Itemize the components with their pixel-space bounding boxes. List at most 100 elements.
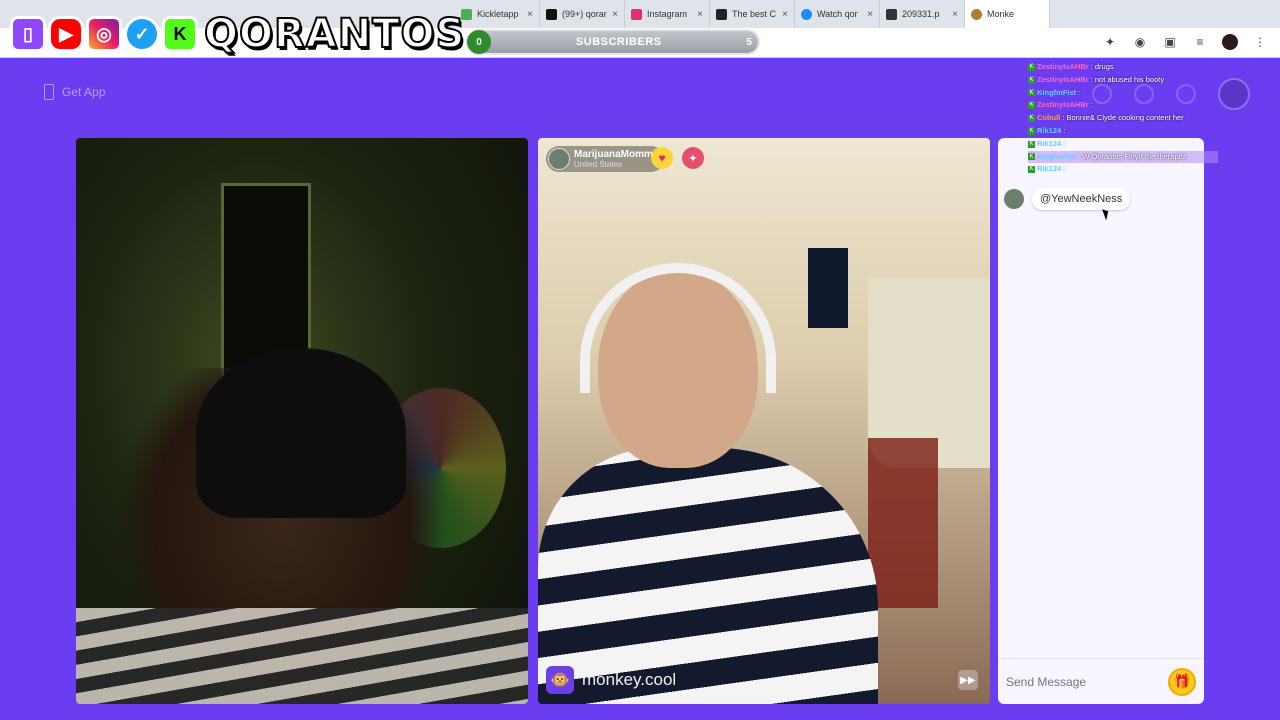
monkey-favicon-icon [971,8,982,20]
tab-title: Instagram [647,9,688,19]
user-avatar[interactable] [1218,78,1250,110]
chat-text: : [1063,164,1066,174]
chat-text: : [1090,100,1093,110]
twitch-icon: ▯ [10,16,46,52]
get-app-label: Get App [62,85,106,99]
youtube-icon: ▶ [48,16,84,52]
stream-chat-line: K Rik124: [1028,138,1218,151]
media-icon[interactable]: ◉ [1132,34,1148,50]
stream-chat-line: K KingfmFist: [1028,87,1218,100]
close-icon[interactable]: × [867,9,873,20]
puzzle-icon[interactable]: ▣ [1162,34,1178,50]
twitter-icon: ✓ [124,16,160,52]
beanie-hat [196,348,406,518]
instagram-icon: ◎ [86,16,122,52]
browser-tab[interactable]: (99+) qorantos × [540,0,625,28]
subscriber-goal-target: 5 [746,36,752,48]
chat-text: : [1078,87,1081,97]
instagram-favicon-icon [631,8,642,20]
phone-icon [44,84,54,100]
chat-username: KingfmFist [1037,151,1077,161]
document-favicon-icon [886,8,897,20]
heart-eyes-icon[interactable]: ♥ [651,147,673,169]
red-chair [868,438,938,608]
chat-text: : W Qorantos Floyd the therapist [1078,151,1187,161]
chat-username: ZestinyIsAHBr [1037,74,1089,84]
get-app-link[interactable]: Get App [44,84,105,100]
chat-username: Cobull [1037,113,1061,123]
stream-chat-line: K KingfmFist: W Qorantos Floyd the therap… [1028,150,1218,164]
kick-icon: K [1028,89,1035,97]
stream-chat-overlay: K ZestinyIsAHBr: drugs K ZestinyIsAHBr: no… [1028,61,1218,251]
tab-title: The best C [732,9,777,19]
chat-text: : not abused his booty [1090,74,1165,84]
close-icon[interactable]: × [782,9,788,20]
browser-tab[interactable]: Instagram × [625,0,710,28]
monkey-icon: 🐵 [546,666,574,694]
local-video [76,138,528,704]
subscriber-goal-bar: 0 SUBSCRIBERS 5 [466,29,760,55]
chat-text: : Bonnie& Clyde cooking content her [1062,113,1184,123]
send-message-input[interactable] [1006,674,1168,689]
tab-title: (99+) qorantos [562,9,607,19]
chat-text: : [1063,138,1066,148]
chat-username: ZestinyIsAHBr [1037,100,1089,110]
browser-tab[interactable]: The best C × [710,0,795,28]
gift-icon[interactable]: 🎁 [1168,667,1196,696]
kick-icon: K [1028,140,1035,148]
kick-icon: K [1028,115,1035,123]
pin-badge-icon[interactable]: ✦ [682,147,704,169]
send-message-row: 🎁 [998,658,1204,704]
stream-chat-line: K Rik124: [1028,125,1218,138]
watermark-text: monkey.cool [582,670,677,689]
remote-user-avatar [548,148,570,170]
kick-icon: K [1028,127,1035,135]
playlist-icon[interactable]: ≡ [1192,34,1208,50]
close-icon[interactable]: × [612,9,618,20]
stream-chat-line: K ZestinyIsAHBr: not abused his booty [1028,74,1218,87]
watch-favicon-icon [801,8,812,20]
close-icon[interactable]: × [952,9,958,20]
close-icon[interactable]: × [697,9,703,20]
remote-user-name: MarijuanaMommi [574,148,656,160]
chat-username: Rik124 [1037,138,1062,148]
profile-avatar[interactable] [1222,34,1238,50]
headphones [580,263,776,393]
tab-title: Kickletapp [477,9,519,19]
browser-toolbar: ✦ ◉ ▣ ≡ ⋮ [1102,34,1268,50]
chat-text: : drugs [1090,62,1114,71]
stream-chat-line: K ZestinyIsAHBr: [1028,99,1218,112]
kick-icon: K [1028,102,1035,110]
remote-video: MarijuanaMommi United States ♥ ✦ 🐵 monke… [538,138,990,704]
remote-user-tag[interactable]: MarijuanaMommi United States [546,146,664,172]
github-favicon-icon [716,8,727,20]
subscriber-current-count: 0 [467,30,491,54]
browser-tab[interactable]: Watch qor × [795,0,880,28]
extensions-icon[interactable]: ✦ [1102,34,1118,50]
social-overlay: ▯ ▶ ◎ ✓ K QORANTOS [10,6,465,62]
browser-tab[interactable]: Kickletapp × [455,0,540,28]
streamer-brand-name: QORANTOS [203,10,466,58]
striped-shirt [76,608,528,704]
kick-icon: K [1028,76,1035,84]
browser-tab-active[interactable]: Monke [965,0,1050,28]
tab-title: Monke [987,9,1015,19]
close-icon[interactable]: × [527,9,533,20]
kick-icon: K [1028,153,1035,161]
remote-user-country: United States [574,159,623,169]
stream-chat-line: K Cobull: Bonnie& Clyde cooking content h… [1028,112,1218,125]
menu-icon[interactable]: ⋮ [1252,34,1268,50]
tiktok-favicon-icon [546,8,557,20]
site-watermark: 🐵 monkey.cool [546,666,676,694]
subscriber-goal-label: SUBSCRIBERS [575,36,662,48]
kick-icon: K [162,16,198,52]
chat-username: Rik124 [1037,164,1062,174]
browser-tab[interactable]: 209331.p × [880,0,965,28]
next-icon[interactable]: ▶▶ [958,670,978,690]
kick-icon: K [1028,63,1035,71]
chat-text: : [1063,125,1066,135]
chat-username: ZestinyIsAHBr [1037,62,1089,71]
kick-icon: K [1028,166,1035,174]
chat-avatar [1004,189,1024,209]
stream-chat-line: K Rik124: [1028,163,1218,176]
